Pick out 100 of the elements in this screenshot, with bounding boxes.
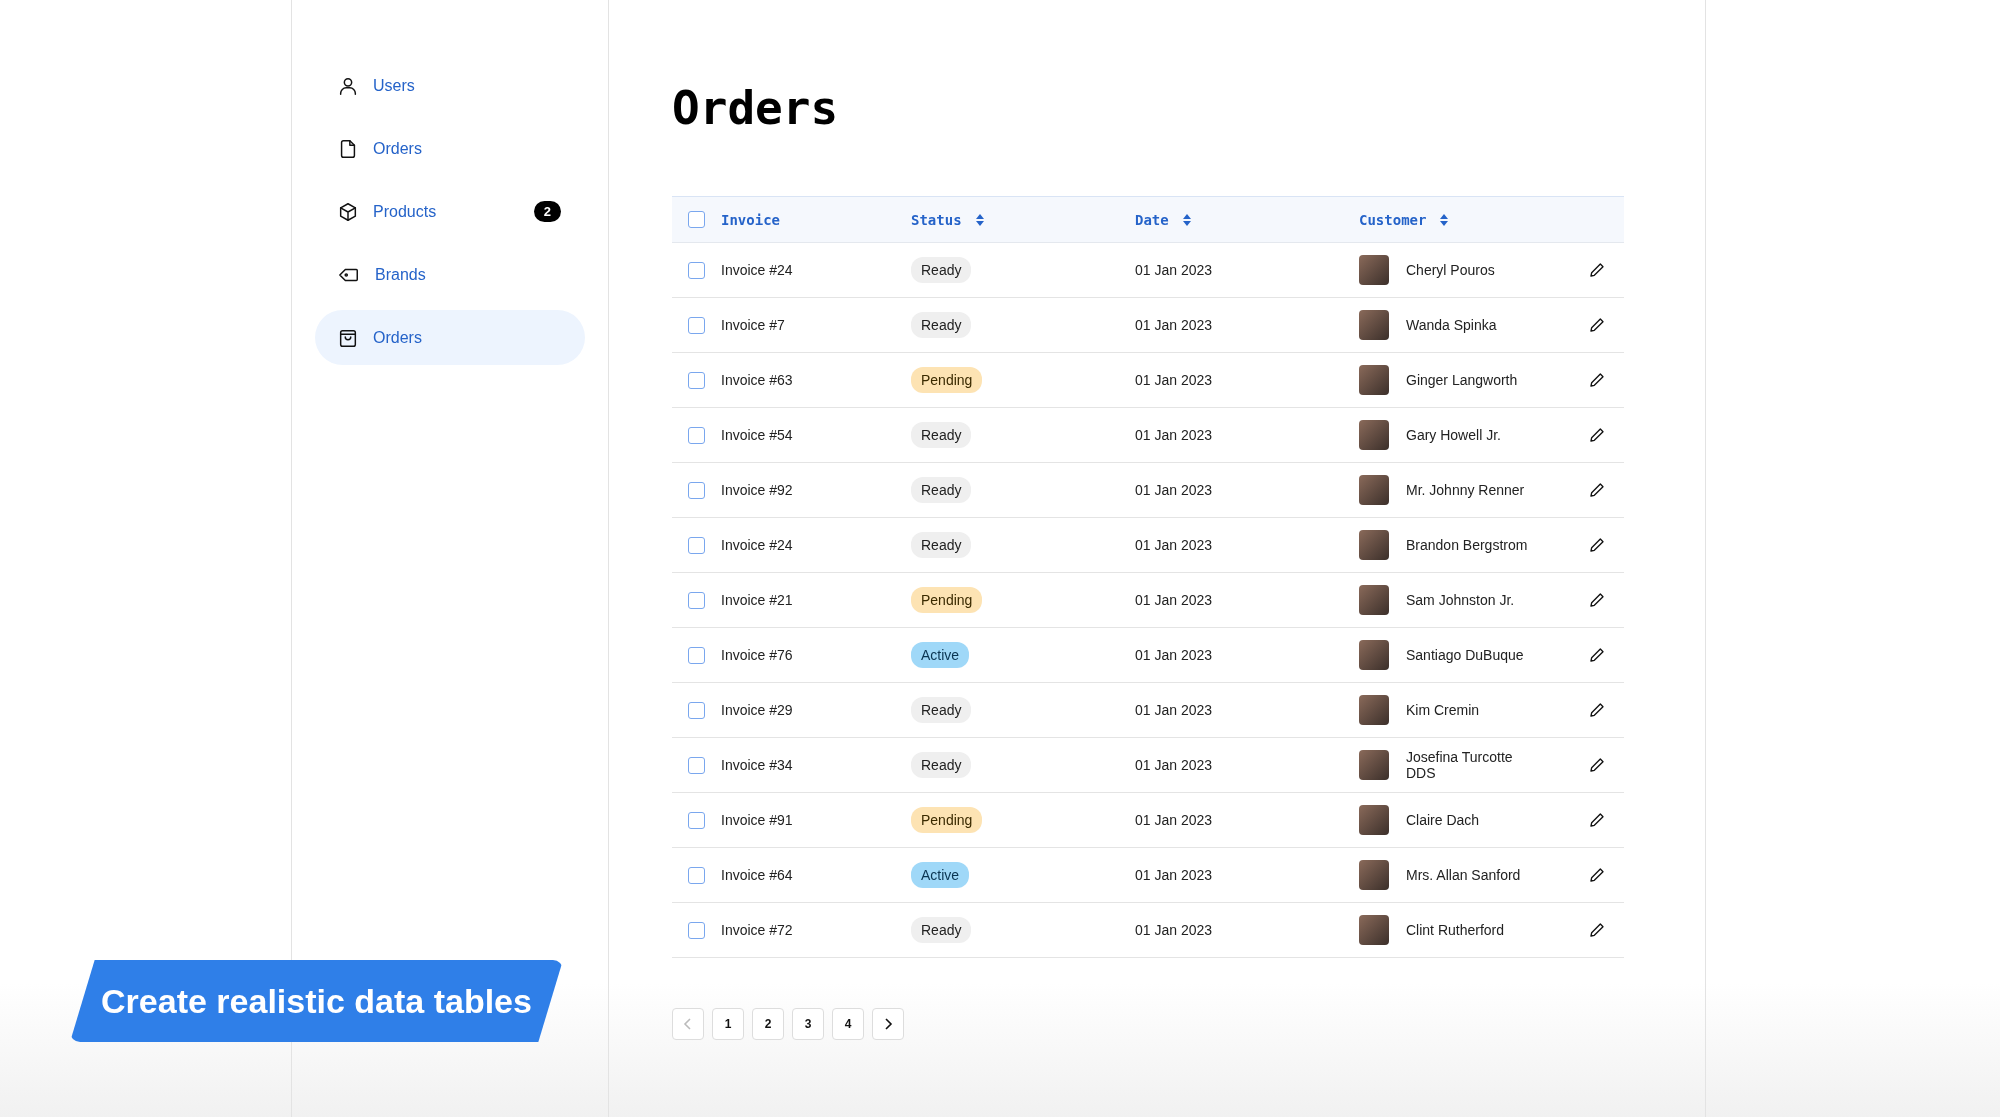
customer-name: Santiago DuBuque [1406, 647, 1524, 663]
photo-placeholder [1359, 420, 1389, 450]
pencil-icon [1589, 427, 1605, 443]
chevron-right-icon [883, 1018, 893, 1030]
page-title: Orders [672, 80, 840, 137]
photo-placeholder [1359, 530, 1389, 560]
status-badge: Pending [911, 807, 983, 833]
row-checkbox[interactable] [688, 261, 705, 279]
sidebar-item-label: Orders [373, 139, 423, 158]
date-cell-text: 01 Jan 2023 [1135, 372, 1214, 388]
edit-button[interactable] [1589, 757, 1605, 773]
select-all-checkbox[interactable] [688, 211, 705, 228]
row-checkbox[interactable] [688, 866, 705, 884]
chevron-left-icon [683, 1018, 693, 1030]
customer-name: Josefina Turcotte DDS [1406, 749, 1514, 781]
status-badge: Ready [911, 257, 972, 283]
row-checkbox[interactable] [688, 316, 705, 334]
invoice-cell-text: Invoice #24 [721, 262, 794, 278]
edit-button[interactable] [1589, 482, 1605, 498]
pencil-icon [1589, 757, 1605, 773]
promo-banner: Create realistic data tables [70, 960, 563, 1042]
row-checkbox[interactable] [688, 921, 705, 939]
edit-button[interactable] [1589, 867, 1605, 883]
sort-icon[interactable] [1182, 213, 1191, 226]
count-badge: 2 [533, 201, 561, 222]
date-cell-text: 01 Jan 2023 [1135, 757, 1214, 773]
pencil-icon [1589, 702, 1605, 718]
sidebar-item[interactable]: Orders [315, 310, 585, 365]
date-cell-text: 01 Jan 2023 [1135, 812, 1214, 828]
page-button[interactable]: 1 [712, 1008, 744, 1040]
pencil-icon [1589, 867, 1605, 883]
edit-button[interactable] [1589, 427, 1605, 443]
customer-name: Mr. Johnny Renner [1406, 482, 1525, 498]
sort-icon[interactable] [1440, 213, 1449, 226]
row-checkbox[interactable] [688, 646, 705, 664]
status-badge: Ready [911, 917, 972, 943]
row-checkbox[interactable] [688, 371, 705, 389]
pencil-icon [1589, 592, 1605, 608]
sidebar-item[interactable]: Orders [315, 121, 585, 176]
photo-placeholder [1359, 255, 1389, 285]
edit-button[interactable] [1589, 592, 1605, 608]
sidebar-item-label: Products [373, 202, 438, 221]
row-checkbox[interactable] [688, 426, 705, 444]
sort-icon[interactable] [975, 213, 984, 226]
sidebar-item[interactable]: Brands [315, 247, 585, 302]
invoice-cell-text: Invoice #21 [721, 592, 794, 608]
next-page-button[interactable] [872, 1008, 904, 1040]
photo-placeholder [1359, 860, 1389, 890]
page-button[interactable]: 3 [792, 1008, 824, 1040]
photo-placeholder [1359, 310, 1389, 340]
invoice-cell-text: Invoice #72 [721, 922, 794, 938]
status-badge: Ready [911, 697, 972, 723]
edit-button[interactable] [1589, 922, 1605, 938]
photo-placeholder [1359, 750, 1389, 780]
page-button[interactable]: 2 [752, 1008, 784, 1040]
sidebar-item[interactable]: Users [315, 58, 585, 113]
edit-button[interactable] [1589, 537, 1605, 553]
date-cell-text: 01 Jan 2023 [1135, 867, 1214, 883]
status-badge: Ready [911, 477, 972, 503]
sidebar-item-label: Users [373, 76, 416, 95]
column-header[interactable]: Customer [1359, 211, 1449, 228]
pencil-icon [1589, 372, 1605, 388]
column-header[interactable]: Invoice [721, 211, 780, 228]
invoice-cell-text: Invoice #63 [721, 372, 794, 388]
row-checkbox[interactable] [688, 481, 705, 499]
row-checkbox[interactable] [688, 756, 705, 774]
invoice-cell-text: Invoice #7 [721, 317, 786, 333]
row-checkbox[interactable] [688, 591, 705, 609]
photo-placeholder [1359, 805, 1389, 835]
invoice-cell-text: Invoice #29 [721, 702, 794, 718]
photo-placeholder [1359, 695, 1389, 725]
column-header[interactable]: Status [911, 211, 984, 228]
edit-button[interactable] [1589, 647, 1605, 663]
sidebar-item-label: Brands [375, 265, 427, 284]
photo-placeholder [1359, 365, 1389, 395]
edit-button[interactable] [1589, 262, 1605, 278]
pencil-icon [1589, 262, 1605, 278]
invoice-cell-text: Invoice #24 [721, 537, 794, 553]
row-checkbox[interactable] [688, 536, 705, 554]
column-header[interactable]: Date [1135, 211, 1191, 228]
edit-button[interactable] [1589, 372, 1605, 388]
sidebar-item[interactable]: Products 2 [315, 184, 585, 239]
date-cell-text: 01 Jan 2023 [1135, 922, 1214, 938]
date-cell-text: 01 Jan 2023 [1135, 317, 1214, 333]
invoice-cell-text: Invoice #64 [721, 867, 794, 883]
row-checkbox[interactable] [688, 701, 705, 719]
edit-button[interactable] [1589, 702, 1605, 718]
page-button[interactable]: 4 [832, 1008, 864, 1040]
status-badge: Active [911, 642, 970, 668]
customer-name: Mrs. Allan Sanford [1406, 867, 1521, 883]
photo-placeholder [1359, 915, 1389, 945]
customer-name: Kim Cremin [1406, 702, 1480, 718]
photo-placeholder [1359, 585, 1389, 615]
row-checkbox[interactable] [688, 811, 705, 829]
edit-button[interactable] [1589, 812, 1605, 828]
date-cell-text: 01 Jan 2023 [1135, 427, 1214, 443]
edit-button[interactable] [1589, 317, 1605, 333]
pencil-icon [1589, 647, 1605, 663]
pencil-icon [1589, 812, 1605, 828]
status-badge: Active [911, 862, 970, 888]
